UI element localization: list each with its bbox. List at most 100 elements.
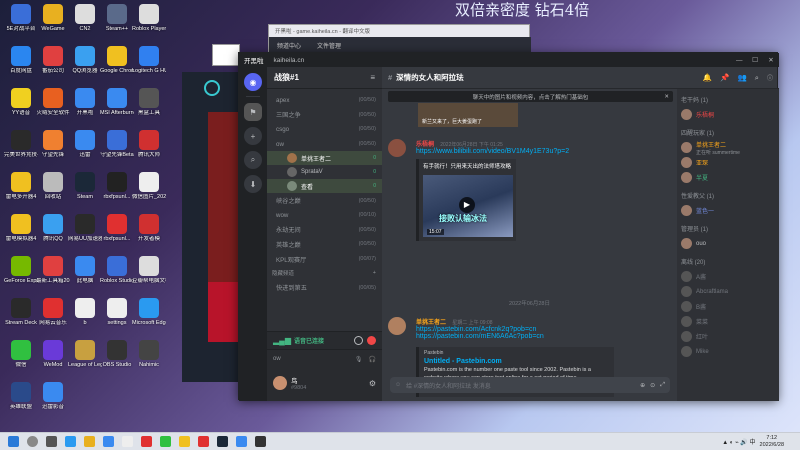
member-item[interactable]: 亚琛 [677, 155, 779, 170]
desktop-icon[interactable]: 迅雷影音 [36, 382, 70, 410]
message-input[interactable]: ☺ 给 #深情的女人和阿拉珐 发消息 ⊕ ⊙ ⤢ [390, 377, 670, 393]
server-header[interactable]: 战狼#1 ≡ [267, 67, 382, 89]
tab-channel-center[interactable]: 频道中心 [269, 41, 309, 50]
desktop-icon[interactable]: 守望先锋 [36, 130, 70, 158]
desktop-icon[interactable]: 守望先锋Beta [100, 130, 134, 158]
desktop-icon[interactable]: 豆瓣帮电脑文档集 [132, 256, 166, 284]
desktop-icon[interactable]: 最新工具箱2022 [36, 256, 70, 284]
voice-user[interactable]: 单挑王者二 0 [267, 151, 382, 166]
voice-user[interactable]: SprataV 0 [267, 165, 382, 179]
desktop-icon[interactable]: Stream Deck [4, 298, 38, 326]
home-icon[interactable]: ◉ [244, 73, 262, 91]
add-channel-icon[interactable]: + [373, 270, 376, 276]
desktop-icon[interactable]: 腾讯QQ [36, 214, 70, 242]
desktop-icon[interactable]: CN2 [68, 4, 102, 32]
mic-icon[interactable]: ⊙ [650, 382, 655, 389]
explorer-icon[interactable] [84, 436, 95, 447]
desktop-icon[interactable]: MSI Afterburner [100, 88, 134, 116]
desktop-icon[interactable]: GeForce Experience [4, 256, 38, 284]
voice-user[interactable]: 查看 0 [267, 179, 382, 194]
member-item[interactable]: B酱 [677, 299, 779, 314]
member-item[interactable]: Abcraftlama [677, 284, 779, 299]
category-header[interactable]: 隐藏频道 + [267, 266, 382, 280]
message-link[interactable]: https://www.bilibili.com/video/BV1M4y1E7… [416, 148, 676, 155]
desktop-icon[interactable]: YY语音 [4, 88, 38, 116]
chrome-icon[interactable] [179, 436, 190, 447]
minimize-icon[interactable]: — [731, 57, 747, 64]
bell-icon[interactable]: 🔔 [703, 73, 712, 82]
search-icon[interactable] [27, 436, 38, 447]
close-icon[interactable]: ✕ [763, 56, 779, 64]
desktop-icon[interactable]: 此电脑 [68, 256, 102, 284]
clock[interactable]: 7:12 2022/6/28 [760, 435, 784, 448]
desktop-icon[interactable]: League of Legends [68, 340, 102, 368]
member-item[interactable]: 乐梧桐 [677, 107, 779, 122]
wechat-icon[interactable] [160, 436, 171, 447]
desktop-icon[interactable]: Nahimic [132, 340, 166, 368]
app-icon[interactable] [122, 436, 133, 447]
desktop-icon[interactable]: Steam [68, 172, 102, 200]
video-thumbnail[interactable]: ▶ 接败认输冰法 15:07 [423, 175, 513, 237]
channel-item[interactable]: 英雄之巅 (00/50) [267, 237, 382, 252]
menu-icon[interactable]: ≡ [370, 73, 375, 82]
desktop-icon[interactable]: 腾讯大师 [132, 130, 166, 158]
avatar[interactable] [388, 139, 406, 157]
channel-item[interactable]: KPL观赛厅 (00/07) [267, 252, 382, 267]
avatar[interactable] [388, 317, 406, 335]
store-icon[interactable] [103, 436, 114, 447]
member-item[interactable]: ouo [677, 236, 779, 251]
wps-icon[interactable] [198, 436, 209, 447]
channel-item[interactable]: csgo (00/50) [267, 122, 382, 137]
desktop-icon[interactable]: 开黑啦 [68, 88, 102, 116]
desktop-icon[interactable]: rbxfpsunl... [100, 214, 134, 242]
desktop-icon[interactable]: 回收站 [36, 172, 70, 200]
desktop-icon[interactable]: rbxfpsunl... [100, 172, 134, 200]
tray-icons[interactable]: ▲ ◐ ⌁ 🔊 中 [722, 437, 755, 446]
add-icon[interactable]: ⊕ [640, 382, 645, 389]
desktop-icon[interactable]: Google Chrome [100, 46, 134, 74]
desktop-icon[interactable]: Roblox Player [132, 4, 166, 32]
tab-file-manage[interactable]: 文件管理 [309, 41, 349, 50]
mic-icon[interactable]: 🎙 [355, 356, 363, 363]
desktop-icon[interactable]: WeMod [36, 340, 70, 368]
maximize-icon[interactable]: ☐ [747, 56, 763, 64]
embed-title[interactable]: 有手就行！只用来天出的法师塔攻略 [419, 159, 516, 173]
desktop-icon[interactable]: 百度网盘 [4, 46, 38, 74]
notice-close-icon[interactable]: ✕ [664, 94, 669, 100]
task-view-icon[interactable] [46, 436, 57, 447]
desktop-icon[interactable]: 网易UU加速器 [68, 214, 102, 242]
member-item[interactable]: 蓝色一 [677, 203, 779, 218]
channel-item[interactable]: apex (00/50) [267, 93, 382, 108]
desktop-icon[interactable]: Roblox Studio [100, 256, 134, 284]
desktop-icon[interactable]: 5E对战平台 [4, 4, 38, 32]
desktop-icon[interactable]: 黑盒工具 [132, 88, 166, 116]
desktop-icon[interactable]: 雷电模拟器4 [4, 214, 38, 242]
member-item[interactable]: A酱 [677, 269, 779, 284]
desktop-icon[interactable]: 开发者模 [132, 214, 166, 242]
avatar[interactable] [273, 376, 287, 390]
channel-item[interactable]: 峡谷之巅 (00/50) [267, 193, 382, 208]
member-item[interactable]: 单挑王者二 正在听 summertime [677, 140, 779, 156]
channel-item[interactable]: 永劫无间 (00/50) [267, 223, 382, 238]
embed-title[interactable]: Untitled - Pastebin.com [419, 357, 614, 366]
headset-icon[interactable]: 🎧 [369, 356, 376, 363]
emoji-icon[interactable]: ☺ [395, 382, 401, 388]
search-icon[interactable]: ⌕ [755, 73, 759, 83]
channel-item[interactable]: ow (00/50) [267, 137, 382, 152]
settings-icon[interactable] [354, 336, 363, 345]
obs-icon[interactable] [255, 436, 266, 447]
member-item[interactable]: 菜菜 [677, 314, 779, 329]
desktop-icon[interactable]: 完美世界竞技平台 [4, 130, 38, 158]
desktop-icon[interactable]: Steam++ [100, 4, 134, 32]
download-icon[interactable]: ⬇ [244, 175, 262, 193]
add-server-icon[interactable]: + [244, 127, 262, 145]
start-icon[interactable] [8, 436, 19, 447]
desktop-icon[interactable]: OBS Studio [100, 340, 134, 368]
help-icon[interactable]: ⓘ [767, 73, 773, 82]
desktop-icon[interactable]: WeGame [36, 4, 70, 32]
desktop-icon[interactable]: settings [100, 298, 134, 326]
gear-icon[interactable]: ⚙ [369, 379, 376, 388]
explore-icon[interactable]: ⌕ [244, 151, 262, 169]
kaiheila-icon[interactable] [236, 436, 247, 447]
message-link[interactable]: https://pastebin.com/mEN6A6Ac?pob=cn [416, 333, 676, 340]
